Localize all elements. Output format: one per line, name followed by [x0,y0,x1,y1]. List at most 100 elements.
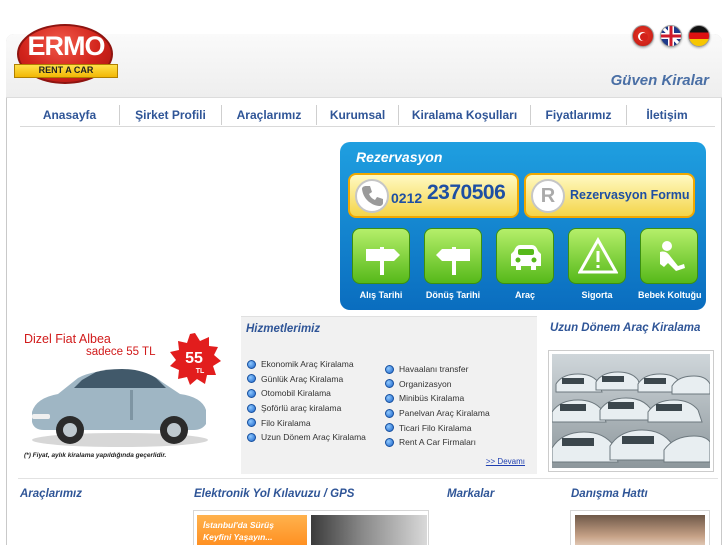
bullet-icon [247,403,256,413]
list-item[interactable]: Uzun Dönem Araç Kiralama [247,430,366,445]
baby-seat-icon [640,228,698,284]
option-label: Alış Tarihi [359,290,403,300]
signpost-left-icon [424,228,482,284]
option-baby-seat[interactable]: Bebek Koltuğu [638,228,702,300]
reservation-panel: Rezervasyon 0212 2370506 R Rezervasyon F… [340,142,706,310]
bullet-icon [385,437,394,447]
service-label: Rent A Car Firmaları [399,437,476,448]
promo-banner[interactable]: Dizel Fiat Albea sadece 55 TL 55 TL (*) … [18,320,236,470]
list-item[interactable]: Panelvan Araç Kiralama [385,406,490,421]
bullet-icon [247,374,256,384]
bullet-icon [385,423,394,433]
ermo-logo[interactable]: ERMO RENT A CAR [14,24,118,88]
fleet-photo [551,354,711,468]
service-label: Minibüs Kiralama [399,393,465,404]
help-line-banner[interactable] [570,510,710,545]
option-insurance[interactable]: Sigorta [566,228,628,300]
logo-text: ERMO [27,31,106,61]
nav-sirket-profili[interactable]: Şirket Profili [120,104,222,125]
nav-araclarimiz[interactable]: Araçlarımız [222,104,317,125]
list-item[interactable]: Havaalanı transfer [385,362,490,377]
reservation-form-button[interactable]: R Rezervasyon Formu [524,173,695,218]
promo-title: Dizel Fiat Albea [24,332,111,346]
brands-title[interactable]: Markalar [447,488,494,500]
option-pickup-date[interactable]: Alış Tarihi [350,228,412,300]
list-item[interactable]: Günlük Araç Kiralama [247,372,366,387]
option-label: Sigorta [581,290,613,300]
list-item[interactable]: Organizasyon [385,377,490,392]
list-item[interactable]: Şoförlü araç kiralama [247,401,366,416]
service-label: Organizasyon [399,378,452,389]
service-label: Şoförlü araç kiralama [261,403,342,414]
warning-icon [568,228,626,284]
bullet-icon [385,379,394,389]
turkish-flag-icon[interactable] [632,25,654,47]
service-label: Ticari Filo Kiralama [399,422,472,433]
car-icon [496,228,554,284]
service-label: Havaalanı transfer [399,364,469,375]
longterm-title[interactable]: Uzun Dönem Araç Kiralama [550,322,700,334]
services-title: Hizmetlerimiz [246,323,321,335]
nav-kiralama-kosullari[interactable]: Kiralama Koşulları [399,104,531,125]
service-label: Otomobil Kiralama [261,388,331,399]
reservation-options: Alış Tarihi Dönüş Tarihi Araç Sigorta Be… [350,228,702,300]
car-image [32,369,208,447]
list-item[interactable]: Minibüs Kiralama [385,391,490,406]
services-list-right: Havaalanı transfer Organizasyon Minibüs … [385,362,490,450]
english-flag-icon[interactable] [660,25,682,47]
cars-title[interactable]: Araçlarımız [20,488,82,500]
phone-button[interactable]: 0212 2370506 [348,173,519,218]
service-label: Uzun Dönem Araç Kiralama [261,432,366,443]
phone-prefix: 0212 [391,190,423,206]
bullet-icon [247,418,256,428]
gps-title[interactable]: Elektronik Yol Kılavuzu / GPS [194,488,354,500]
language-selector [632,25,710,47]
phone-number: 2370506 [427,181,506,204]
option-label: Dönüş Tarihi [425,290,481,300]
bullet-icon [385,364,394,374]
promo-price: sadece 55 TL [86,346,156,358]
services-more-link[interactable]: >> Devamı [486,457,525,466]
operator-photo [575,515,705,545]
nav-kurumsal[interactable]: Kurumsal [317,104,399,125]
list-item[interactable]: Otomobil Kiralama [247,386,366,401]
service-label: Panelvan Araç Kiralama [399,408,490,419]
gps-banner[interactable]: İstanbul'da Sürüş Keyfini Yaşayın... [193,510,429,545]
option-vehicle[interactable]: Araç [494,228,556,300]
list-item[interactable]: Ekonomik Araç Kiralama [247,357,366,372]
german-flag-icon[interactable] [688,25,710,47]
service-label: Ekonomik Araç Kiralama [261,359,354,370]
nav-fiyatlarimiz[interactable]: Fiyatlarımız [531,104,627,125]
longterm-box: Uzun Dönem Araç Kiralama [547,316,717,476]
nav-iletisim[interactable]: İletişim [627,105,707,125]
promo-note: (*) Fiyat, aylık kiralama yapıldığında g… [24,452,167,459]
bullet-icon [385,408,394,418]
reservation-title: Rezervasyon [356,149,443,165]
gps-promo: İstanbul'da Sürüş Keyfini Yaşayın... [197,515,307,545]
help-line-title[interactable]: Danışma Hattı [571,488,648,500]
service-label: Günlük Araç Kiralama [261,373,344,384]
signpost-right-icon [352,228,410,284]
list-item[interactable]: Ticari Filo Kiralama [385,420,490,435]
services-box: Hizmetlerimiz Ekonomik Araç Kiralama Gün… [241,316,537,474]
bullet-icon [247,432,256,442]
main-nav: Anasayfa Şirket Profili Araçlarımız Kuru… [20,103,715,127]
option-return-date[interactable]: Dönüş Tarihi [422,228,484,300]
slogan: Güven Kiralar [610,72,709,89]
gps-photo [311,515,427,545]
fleet-image[interactable] [548,350,714,472]
option-label: Bebek Koltuğu [638,290,702,300]
gps-promo-line2: Keyfini Yaşayın... [203,532,273,542]
section-divider [18,478,718,479]
list-item[interactable]: Filo Kiralama [247,415,366,430]
nav-anasayfa[interactable]: Anasayfa [20,104,120,125]
list-item[interactable]: Rent A Car Firmaları [385,435,490,450]
services-list-left: Ekonomik Araç Kiralama Günlük Araç Kiral… [247,357,366,445]
logo-subtitle: RENT A CAR [38,65,94,75]
reservation-r-icon: R [531,179,565,213]
bullet-icon [385,393,394,403]
service-label: Filo Kiralama [261,417,311,428]
reservation-form-label: Rezervasyon Formu [570,188,690,202]
bullet-icon [247,388,256,398]
option-label: Araç [514,290,535,300]
